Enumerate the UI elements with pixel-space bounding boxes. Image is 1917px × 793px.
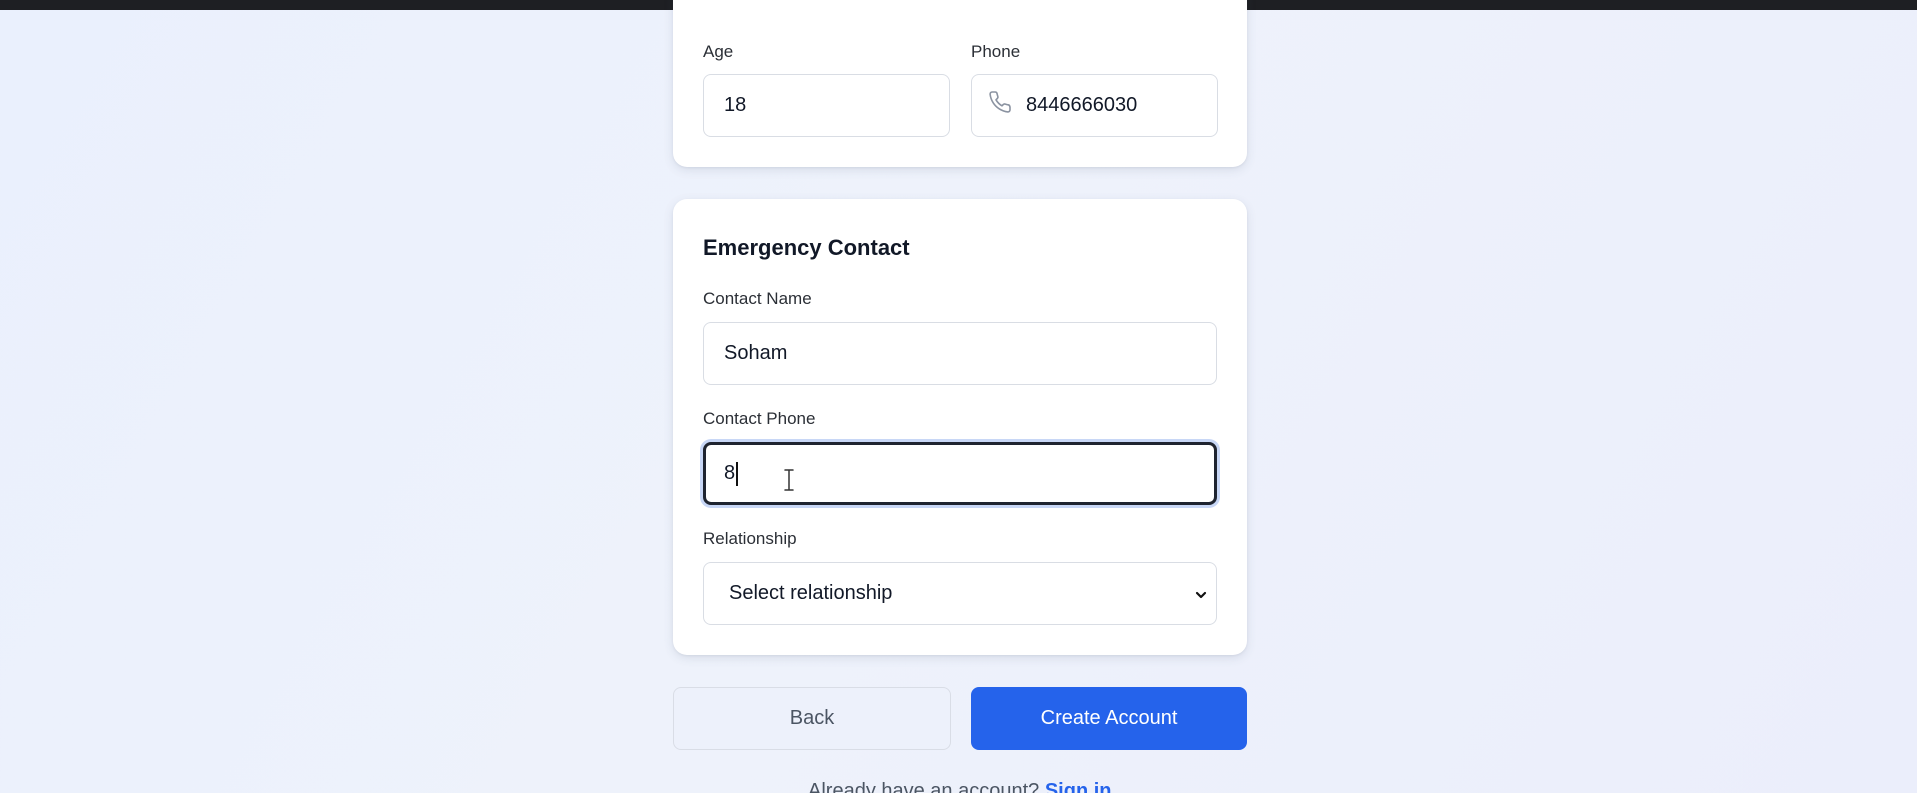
- age-input[interactable]: 18: [703, 74, 950, 137]
- signin-link[interactable]: Sign in: [1045, 780, 1112, 793]
- relationship-label: Relationship: [703, 529, 797, 548]
- age-label: Age: [703, 42, 734, 61]
- contact-phone-input[interactable]: 8: [703, 442, 1217, 505]
- signin-prompt-text: Already have an account?: [808, 780, 1045, 793]
- contact-name-value: Soham: [724, 342, 788, 364]
- phone-label: Phone: [971, 42, 1021, 61]
- phone-input[interactable]: 8446666030: [971, 74, 1218, 137]
- contact-name-label: Contact Name: [703, 289, 812, 308]
- text-cursor-icon: [782, 468, 796, 492]
- back-button[interactable]: Back: [673, 687, 951, 750]
- chevron-down-icon: [1194, 585, 1208, 599]
- relationship-selected: Select relationship: [729, 582, 893, 604]
- signin-prompt: Already have an account? Sign in: [808, 780, 1112, 793]
- contact-phone-label: Contact Phone: [703, 409, 816, 428]
- relationship-select[interactable]: Select relationship: [703, 562, 1217, 625]
- text-caret: [736, 461, 738, 486]
- emergency-contact-card: Emergency Contact Contact Name Soham Con…: [673, 199, 1247, 655]
- phone-icon: [988, 90, 1012, 114]
- section-title: Emergency Contact: [703, 235, 910, 260]
- phone-value: 8446666030: [1026, 94, 1138, 116]
- personal-info-card: Age 18 Phone 8446666030: [673, 0, 1247, 167]
- age-value: 18: [724, 94, 747, 116]
- contact-phone-value: 8: [724, 462, 736, 484]
- create-account-button[interactable]: Create Account: [971, 687, 1247, 750]
- contact-name-input[interactable]: Soham: [703, 322, 1217, 385]
